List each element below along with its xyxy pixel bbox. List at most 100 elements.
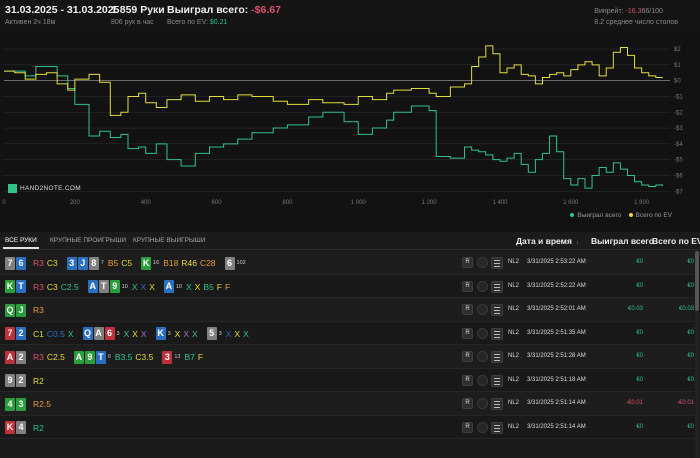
replay-button[interactable]: R [462,304,473,315]
playing-card: A [87,280,98,293]
playing-card: 2 [16,327,26,340]
hand-details-icon[interactable] [491,398,503,410]
hand-date: 3/31/2025 2:51:14 AM [527,400,586,406]
mark-circle-icon[interactable] [477,327,488,339]
hand-ev: €0 [687,282,694,289]
mark-circle-icon[interactable] [477,304,488,315]
mark-circle-icon[interactable] [477,257,488,268]
action-label: R3 [33,281,44,292]
list-scrollbar[interactable] [695,251,699,458]
table-row[interactable]: 4 3 R2.5 R NL2 3/31/2025 2:51:14 AM -€0.01 -€0.… [0,392,694,416]
playing-card: 2 [16,350,26,364]
column-date-header[interactable]: Дата и время ↓ [516,236,579,246]
action-label: C28 [199,258,216,268]
tab-all-hands[interactable]: ВСЕ РУКИ [3,237,39,249]
hands-tabs-bar: ВСЕ РУКИ КРУПНЫЕ ПРОИГРЫШИ КРУПНЫЕ ВЫИГР… [0,232,700,250]
action-label: C2.5 [46,352,65,362]
hand-details-icon[interactable] [491,280,503,293]
hand-details-icon[interactable] [491,327,503,340]
replay-button[interactable]: R [462,327,473,339]
stake-label: NL2 [508,376,520,383]
y-tick-label: $2 [674,47,681,53]
x-tick-label: 200 [70,200,81,206]
replay-button[interactable]: R [462,257,473,268]
mark-circle-icon[interactable] [477,351,488,362]
winrate-block: Винрейт: -16.366/100 8.2 среднее число с… [594,6,678,28]
hand-action-line: 7 2 C1 C0.5 X Q A 6 3 X X X K 3 X X X 5 3 X X X [5,327,252,341]
playing-card: 5 [206,327,217,340]
replay-button[interactable]: R [462,374,473,386]
column-won-header[interactable]: Выиграл всего [591,236,654,246]
table-row[interactable]: K 4 R2 R NL2 3/31/2025 2:51:14 AM €0 €0 [0,415,694,439]
hand-details-icon[interactable] [491,421,503,434]
y-tick-label: -$6 [674,173,683,179]
active-time: Активен 2ч 18м [5,19,56,26]
replay-button[interactable]: R [462,351,473,362]
pot-size: 7 [100,260,104,266]
table-row[interactable]: Q J R3 R NL2 3/31/2025 2:52:01 AM €0.03 €0.03 [0,298,694,322]
action-label: R3 [33,258,44,268]
pot-size: 3 [218,330,222,337]
action-label: B18 [163,258,179,268]
session-header: 31.03.2025 - 31.03.2025 Активен 2ч 18м 1… [0,0,700,32]
tab-big-wins[interactable]: КРУПНЫЕ ВЫИГРЫШИ [133,237,205,244]
playing-card: A [163,280,174,293]
action-label: X [185,281,192,292]
action-label: X [174,328,181,339]
mark-circle-icon[interactable] [477,421,488,433]
hand-ev: €0 [687,376,694,383]
hand-action-line: 9 2 R2 [5,374,47,388]
hand-details-icon[interactable] [491,374,503,387]
hand-date: 3/31/2025 2:52:22 AM [527,282,586,289]
playing-card: 3 [162,350,173,364]
x-tick-label: 1 800 [634,200,650,206]
action-label: X [140,328,147,339]
playing-card: 2 [16,374,26,387]
playing-card: A [93,327,104,340]
pot-size: 16 [153,260,160,266]
sort-icon: ↓ [575,240,579,246]
hand-ev: €0 [687,353,694,359]
action-label: F [197,352,204,362]
table-row[interactable]: 7 6 R3 C3 3 J 8 7 B5 C5 K 16 B18 R46 C28 6 102 R NL2 3/31/2… [0,251,694,275]
replay-button[interactable]: R [462,398,473,409]
replay-button[interactable]: R [462,421,473,433]
y-tick-label: -$2 [674,110,683,116]
table-row[interactable]: A 2 R3 C2.5 A 9 T 6 B3.5 C3.5 3 13 B7 F R NL2 3/31/2025 … [0,345,694,369]
hand-details-icon[interactable] [491,351,503,363]
table-row[interactable]: 7 2 C1 C0.5 X Q A 6 3 X X X K 3 X X X 5 3 X X X R NL2 3/31/2025 … [0,321,694,345]
hands-count: 1 859 Руки [111,4,165,16]
date-range: 31.03.2025 - 31.03.2025 [5,4,120,16]
playing-card: A [73,350,84,364]
playing-card: 7 [5,327,15,340]
playing-card: 3 [16,397,26,411]
hand-ev: €0.03 [678,306,694,312]
pot-size: 13 [174,354,181,360]
tab-big-losses[interactable]: КРУПНЫЕ ПРОИГРЫШИ [50,237,126,244]
hands-list: 7 6 R3 C3 3 J 8 7 B5 C5 K 16 B18 R46 C28 6 102 R NL2 3/31/2… [0,251,694,439]
playing-card: 3 [66,256,77,270]
table-row[interactable]: 9 2 R2 R NL2 3/31/2025 2:51:18 AM €0 €0 [0,368,694,392]
legend-ev-label: Всего по EV [635,212,672,219]
x-tick-label: 0 [2,200,6,206]
won-series-line [4,65,664,189]
mark-circle-icon[interactable] [477,280,488,292]
action-label: X [132,328,138,339]
hand-ev: €0 [687,423,694,430]
scrollbar-thumb[interactable] [695,251,699,311]
hand-action-line: A 2 R3 C2.5 A 9 T 6 B3.5 C3.5 3 13 B7 F [5,350,206,364]
mark-circle-icon[interactable] [477,374,488,386]
action-label: B5 [107,258,119,268]
column-ev-header[interactable]: Всего по EV [652,236,700,246]
hand-details-icon[interactable] [491,304,503,316]
hand-details-icon[interactable] [491,257,503,269]
table-row[interactable]: K T R3 C3 C2.5 A T 9 10 X X X A 10 X X B5 F F R NL2 3/31/2025… [0,274,694,298]
action-label: X [131,281,138,292]
pot-size: 10 [121,283,128,290]
mark-circle-icon[interactable] [477,398,488,409]
session-dates: 31.03.2025 - 31.03.2025 Активен 2ч 18м [5,4,119,26]
action-label: X [234,328,241,339]
x-tick-label: 800 [282,200,293,206]
replay-button[interactable]: R [462,280,473,292]
hand-action-line: 4 3 R2.5 [5,397,54,411]
